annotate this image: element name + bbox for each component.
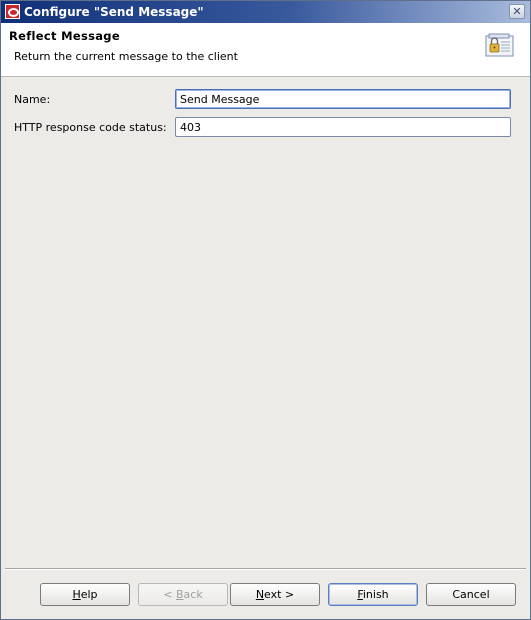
- oracle-app-icon: [5, 4, 20, 19]
- page-description: Return the current message to the client: [14, 50, 238, 63]
- name-input[interactable]: [175, 89, 511, 109]
- back-button[interactable]: < Back: [138, 583, 228, 606]
- title-bar[interactable]: Configure "Send Message" ✕: [1, 1, 530, 23]
- cancel-label: Cancel: [452, 588, 490, 601]
- back-mnemonic: B: [176, 588, 184, 601]
- header-panel: Reflect Message Return the current messa…: [1, 23, 530, 77]
- next-label-rest: ext >: [264, 588, 295, 601]
- close-button[interactable]: ✕: [509, 4, 525, 19]
- window-title: Configure "Send Message": [24, 5, 204, 19]
- button-bar-separator: [5, 568, 526, 570]
- next-mnemonic: N: [255, 588, 265, 601]
- configure-dialog: Configure "Send Message" ✕ Reflect Messa…: [0, 0, 531, 620]
- help-button[interactable]: Help: [40, 583, 130, 606]
- page-title: Reflect Message: [9, 29, 120, 43]
- finish-button[interactable]: Finish: [328, 583, 418, 606]
- back-prefix: <: [163, 588, 176, 601]
- back-label-rest: ack: [183, 588, 203, 601]
- help-mnemonic: H: [72, 588, 81, 601]
- finish-label-rest: inish: [362, 588, 389, 601]
- clipboard-lock-icon: [485, 33, 514, 57]
- status-code-label: HTTP response code status:: [14, 121, 167, 134]
- cancel-button[interactable]: Cancel: [426, 583, 516, 606]
- help-label-rest: elp: [80, 588, 98, 601]
- status-code-input[interactable]: [175, 117, 511, 137]
- name-label: Name:: [14, 93, 51, 106]
- next-button[interactable]: Next >: [230, 583, 320, 606]
